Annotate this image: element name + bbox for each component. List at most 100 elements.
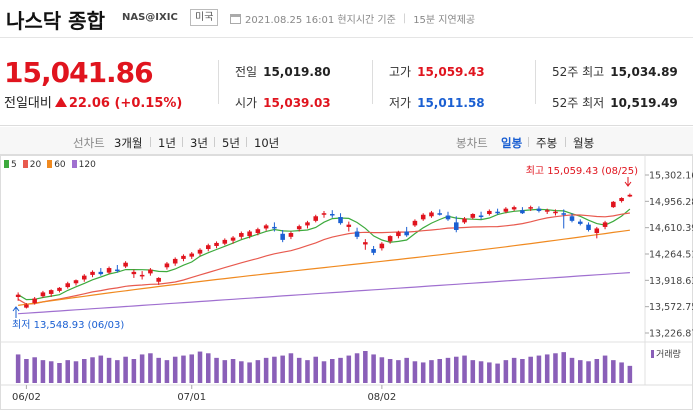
volume-bar [272,356,277,383]
volume-bar [594,359,600,383]
change-value: 22.06 (+0.15%) [68,96,183,111]
volume-bar [379,357,385,383]
volume-bar [197,351,203,383]
volume-bar [239,361,244,383]
volume-bar [255,360,261,383]
candle-body [172,258,178,264]
candle-body [263,225,269,229]
volume-bar [453,356,459,383]
candle-body [329,213,335,216]
candle-body [478,215,484,218]
separator: | [402,13,407,24]
tab-10y[interactable]: 10년 [254,135,279,151]
candle-body [495,211,500,214]
volume-bar [462,355,467,383]
volume-bar [32,357,37,383]
volume-bar [280,355,285,383]
tab-divider [565,137,566,147]
volume-bar [247,362,252,383]
volume-bar [329,359,335,383]
volume-bar [354,353,360,383]
ma60-line [18,229,630,306]
volume-bar [586,361,591,383]
tab-weekly[interactable]: 주봉 [536,135,557,151]
candle-body [627,194,633,197]
candle-body [123,262,128,267]
candle-body [586,224,591,230]
candle-body [528,207,533,209]
candle-body [363,242,368,245]
candle-body [412,220,418,226]
stat-high: 고가 15,059.43 [389,65,485,79]
volume-bar [569,357,575,383]
ma20-line [17,212,630,305]
header: 나스닥 종합 NAS@IXIC 미국 2021.08.25 16:01 현지시간… [0,0,693,38]
candle-body [214,242,219,246]
volume-bar [222,360,228,383]
tab-5y[interactable]: 5년 [222,135,240,151]
candle-body [338,217,343,224]
volume-bar [156,357,161,383]
stat-low: 저가 15,011.58 [389,96,485,110]
x-tick-label: 08/02 [367,392,396,403]
y-tick-label: 13,226.87 [649,329,693,340]
volume-bar [181,355,186,383]
volume-bar [478,361,484,383]
volume-bar [48,361,54,383]
candle-chart-label: 봉차트 [456,136,488,150]
candle-body [255,229,261,234]
candle-body [222,239,228,244]
tab-divider [214,137,215,147]
high-annotation: 최고 15,059.43 (08/25) [526,165,638,177]
divider [535,60,536,104]
x-tick-label: 06/02 [12,392,41,403]
candle-body [511,207,517,210]
time-info: 2021.08.25 16:01 현지시간 기준 | 15분 지연제공 [230,11,475,26]
candle-body [404,231,409,236]
tab-3y[interactable]: 3년 [190,135,208,151]
volume-bar [172,356,178,383]
candle-body [553,211,558,214]
candle-body [544,210,550,212]
volume-bar [230,359,236,383]
volume-bar [106,357,112,383]
candlestick-chart[interactable]: 15,302.16 14,956.28 14,610.39 14,264.51 13,9… [0,155,693,411]
candle-body [24,304,29,308]
candle-body [272,226,277,229]
candle-body [57,287,62,291]
candle-body [321,213,327,215]
volume-bar [296,357,302,383]
volume-bar [189,354,195,383]
candle-body [305,222,310,226]
candle-body [503,208,509,212]
volume-bar [346,355,352,383]
volume-bar [81,359,87,383]
candle-body [90,271,95,275]
volume-bar [288,353,294,383]
candle-body [396,232,401,237]
y-tick-label: 13,918.63 [649,276,693,287]
candle-body [536,208,542,211]
stat-open: 시가 15,039.03 [235,96,331,110]
candle-body [15,294,21,297]
candle-body [288,233,294,237]
tab-1y[interactable]: 1년 [158,135,176,151]
volume-bar [470,360,476,383]
volume-bar [115,360,120,383]
candle-body [371,249,376,253]
candle-body [569,216,575,221]
y-tick-label: 15,302.16 [649,171,693,182]
tab-3m[interactable]: 3개월 [114,135,142,151]
volume-bar [619,362,624,383]
ma-legend: 5 20 60 120 [4,160,96,170]
volume-bar [611,360,616,383]
tab-monthly[interactable]: 월봉 [573,135,594,151]
stat-52w-high: 52주 최고 15,034.89 [552,65,678,79]
tab-daily[interactable]: 일봉 [501,135,522,151]
candle-body [148,269,153,274]
legend-ma120: 120 [71,160,96,170]
candle-body [296,226,302,230]
y-tick-label: 13,572.75 [649,302,693,313]
volume-bar [528,356,533,383]
x-tick-label: 07/01 [177,392,206,403]
